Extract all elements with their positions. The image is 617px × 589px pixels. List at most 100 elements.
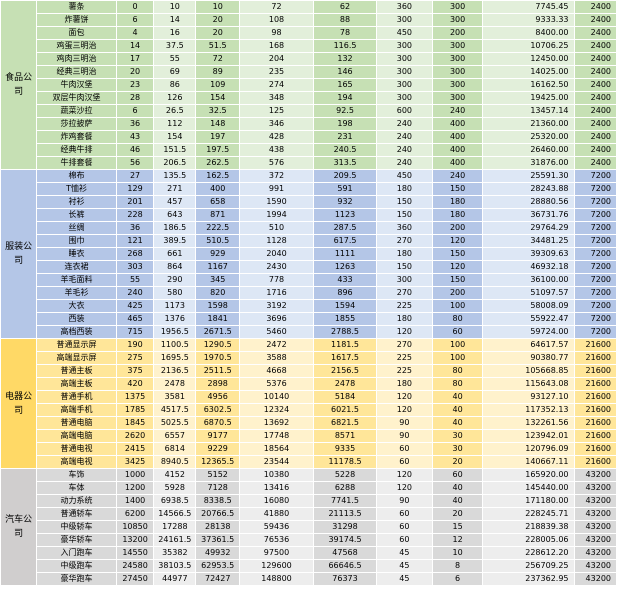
cell-cost-a[interactable]: 0 bbox=[115, 0, 155, 14]
cell-time[interactable]: 150 bbox=[376, 208, 433, 222]
cell-efficiency[interactable]: 120796.09 bbox=[482, 442, 575, 456]
cell-efficiency[interactable]: 25591.30 bbox=[482, 169, 575, 183]
cell-cost-b[interactable]: 661 bbox=[153, 247, 197, 261]
cell-time[interactable]: 60 bbox=[376, 520, 433, 534]
cell-quantity[interactable]: 60 bbox=[431, 468, 484, 482]
cell-cost-total[interactable]: 345 bbox=[195, 273, 241, 287]
cell-quantity[interactable]: 12 bbox=[431, 533, 484, 547]
cell-profit[interactable]: 433 bbox=[312, 273, 378, 287]
cell-item-name[interactable]: 普通手机 bbox=[36, 390, 117, 404]
cell-efficiency[interactable]: 105668.85 bbox=[482, 364, 575, 378]
cell-profit[interactable]: 31298 bbox=[312, 520, 378, 534]
cell-cost-b[interactable]: 5928 bbox=[153, 481, 197, 495]
cell-cost-b[interactable]: 24161.5 bbox=[153, 533, 197, 547]
cell-cost-b[interactable]: 10 bbox=[153, 0, 197, 14]
cell-item-name[interactable]: 睡衣 bbox=[36, 247, 117, 261]
cell-cost-total[interactable]: 154 bbox=[195, 91, 241, 105]
cell-cost-a[interactable]: 55 bbox=[115, 273, 155, 287]
cell-cost-a[interactable]: 1845 bbox=[115, 416, 155, 430]
cell-requirement[interactable]: 2400 bbox=[573, 13, 617, 27]
cell-profit[interactable]: 313.5 bbox=[312, 156, 378, 170]
cell-cost-a[interactable]: 27 bbox=[115, 169, 155, 183]
cell-cost-total[interactable]: 72 bbox=[195, 52, 241, 66]
cell-price[interactable]: 168 bbox=[239, 39, 314, 53]
cell-efficiency[interactable]: 28243.88 bbox=[482, 182, 575, 196]
cell-profit[interactable]: 66646.5 bbox=[312, 559, 378, 573]
cell-requirement[interactable]: 43200 bbox=[573, 546, 617, 560]
cell-time[interactable]: 300 bbox=[376, 78, 433, 92]
cell-cost-a[interactable]: 36 bbox=[115, 221, 155, 235]
cell-time[interactable]: 240 bbox=[376, 130, 433, 144]
cell-efficiency[interactable]: 29764.29 bbox=[482, 221, 575, 235]
cell-cost-b[interactable]: 26.5 bbox=[153, 104, 197, 118]
cell-cost-b[interactable]: 38103.5 bbox=[153, 559, 197, 573]
cell-requirement[interactable]: 2400 bbox=[573, 78, 617, 92]
cell-cost-a[interactable]: 56 bbox=[115, 156, 155, 170]
cell-time[interactable]: 240 bbox=[376, 117, 433, 131]
cell-cost-a[interactable]: 3425 bbox=[115, 455, 155, 469]
cell-price[interactable]: 23544 bbox=[239, 455, 314, 469]
group-label-electronics[interactable]: 电器公司 bbox=[0, 338, 38, 469]
cell-efficiency[interactable]: 55922.47 bbox=[482, 312, 575, 326]
cell-cost-b[interactable]: 580 bbox=[153, 286, 197, 300]
cell-item-name[interactable]: 鸡肉三明治 bbox=[36, 52, 117, 66]
cell-time[interactable]: 600 bbox=[376, 104, 433, 118]
cell-price[interactable]: 18564 bbox=[239, 442, 314, 456]
cell-requirement[interactable]: 7200 bbox=[573, 169, 617, 183]
cell-profit[interactable]: 1594 bbox=[312, 299, 378, 313]
cell-requirement[interactable]: 2400 bbox=[573, 26, 617, 40]
cell-profit[interactable]: 1263 bbox=[312, 260, 378, 274]
cell-cost-b[interactable]: 112 bbox=[153, 117, 197, 131]
cell-efficiency[interactable]: 39309.63 bbox=[482, 247, 575, 261]
cell-cost-b[interactable]: 389.5 bbox=[153, 234, 197, 248]
cell-profit[interactable]: 1855 bbox=[312, 312, 378, 326]
cell-price[interactable]: 3588 bbox=[239, 351, 314, 365]
cell-efficiency[interactable]: 64617.57 bbox=[482, 338, 575, 352]
cell-efficiency[interactable]: 123942.01 bbox=[482, 429, 575, 443]
cell-item-name[interactable]: 普通电脑 bbox=[36, 416, 117, 430]
cell-requirement[interactable]: 21600 bbox=[573, 390, 617, 404]
cell-profit[interactable]: 209.5 bbox=[312, 169, 378, 183]
cell-time[interactable]: 90 bbox=[376, 416, 433, 430]
cell-cost-b[interactable]: 186.5 bbox=[153, 221, 197, 235]
cell-requirement[interactable]: 2400 bbox=[573, 0, 617, 14]
cell-profit[interactable]: 9335 bbox=[312, 442, 378, 456]
cell-requirement[interactable]: 2400 bbox=[573, 130, 617, 144]
cell-time[interactable]: 360 bbox=[376, 221, 433, 235]
cell-quantity[interactable]: 400 bbox=[431, 156, 484, 170]
cell-cost-b[interactable]: 16 bbox=[153, 26, 197, 40]
cell-time[interactable]: 270 bbox=[376, 234, 433, 248]
cell-cost-a[interactable]: 303 bbox=[115, 260, 155, 274]
cell-requirement[interactable]: 7200 bbox=[573, 312, 617, 326]
cell-cost-total[interactable]: 7128 bbox=[195, 481, 241, 495]
cell-time[interactable]: 60 bbox=[376, 533, 433, 547]
cell-profit[interactable]: 11178.5 bbox=[312, 455, 378, 469]
cell-cost-total[interactable]: 8338.5 bbox=[195, 494, 241, 508]
cell-price[interactable]: 2430 bbox=[239, 260, 314, 274]
cell-cost-a[interactable]: 17 bbox=[115, 52, 155, 66]
cell-quantity[interactable]: 40 bbox=[431, 494, 484, 508]
cell-quantity[interactable]: 100 bbox=[431, 338, 484, 352]
cell-price[interactable]: 76536 bbox=[239, 533, 314, 547]
cell-profit[interactable]: 2788.5 bbox=[312, 325, 378, 339]
cell-price[interactable]: 3192 bbox=[239, 299, 314, 313]
cell-requirement[interactable]: 7200 bbox=[573, 325, 617, 339]
cell-efficiency[interactable]: 145440.00 bbox=[482, 481, 575, 495]
cell-profit[interactable]: 617.5 bbox=[312, 234, 378, 248]
cell-cost-total[interactable]: 20 bbox=[195, 26, 241, 40]
cell-cost-b[interactable]: 206.5 bbox=[153, 156, 197, 170]
cell-cost-a[interactable]: 6200 bbox=[115, 507, 155, 521]
cell-cost-a[interactable]: 375 bbox=[115, 364, 155, 378]
cell-cost-b[interactable]: 17288 bbox=[153, 520, 197, 534]
cell-item-name[interactable]: 动力系统 bbox=[36, 494, 117, 508]
cell-time[interactable]: 180 bbox=[376, 247, 433, 261]
cell-cost-b[interactable]: 69 bbox=[153, 65, 197, 79]
cell-efficiency[interactable]: 19425.00 bbox=[482, 91, 575, 105]
cell-item-name[interactable]: 豪华轿车 bbox=[36, 533, 117, 547]
cell-quantity[interactable]: 40 bbox=[431, 416, 484, 430]
cell-efficiency[interactable]: 14025.00 bbox=[482, 65, 575, 79]
cell-cost-total[interactable]: 148 bbox=[195, 117, 241, 131]
cell-item-name[interactable]: 鸡蛋三明治 bbox=[36, 39, 117, 53]
cell-item-name[interactable]: 中级轿车 bbox=[36, 520, 117, 534]
cell-quantity[interactable]: 40 bbox=[431, 481, 484, 495]
